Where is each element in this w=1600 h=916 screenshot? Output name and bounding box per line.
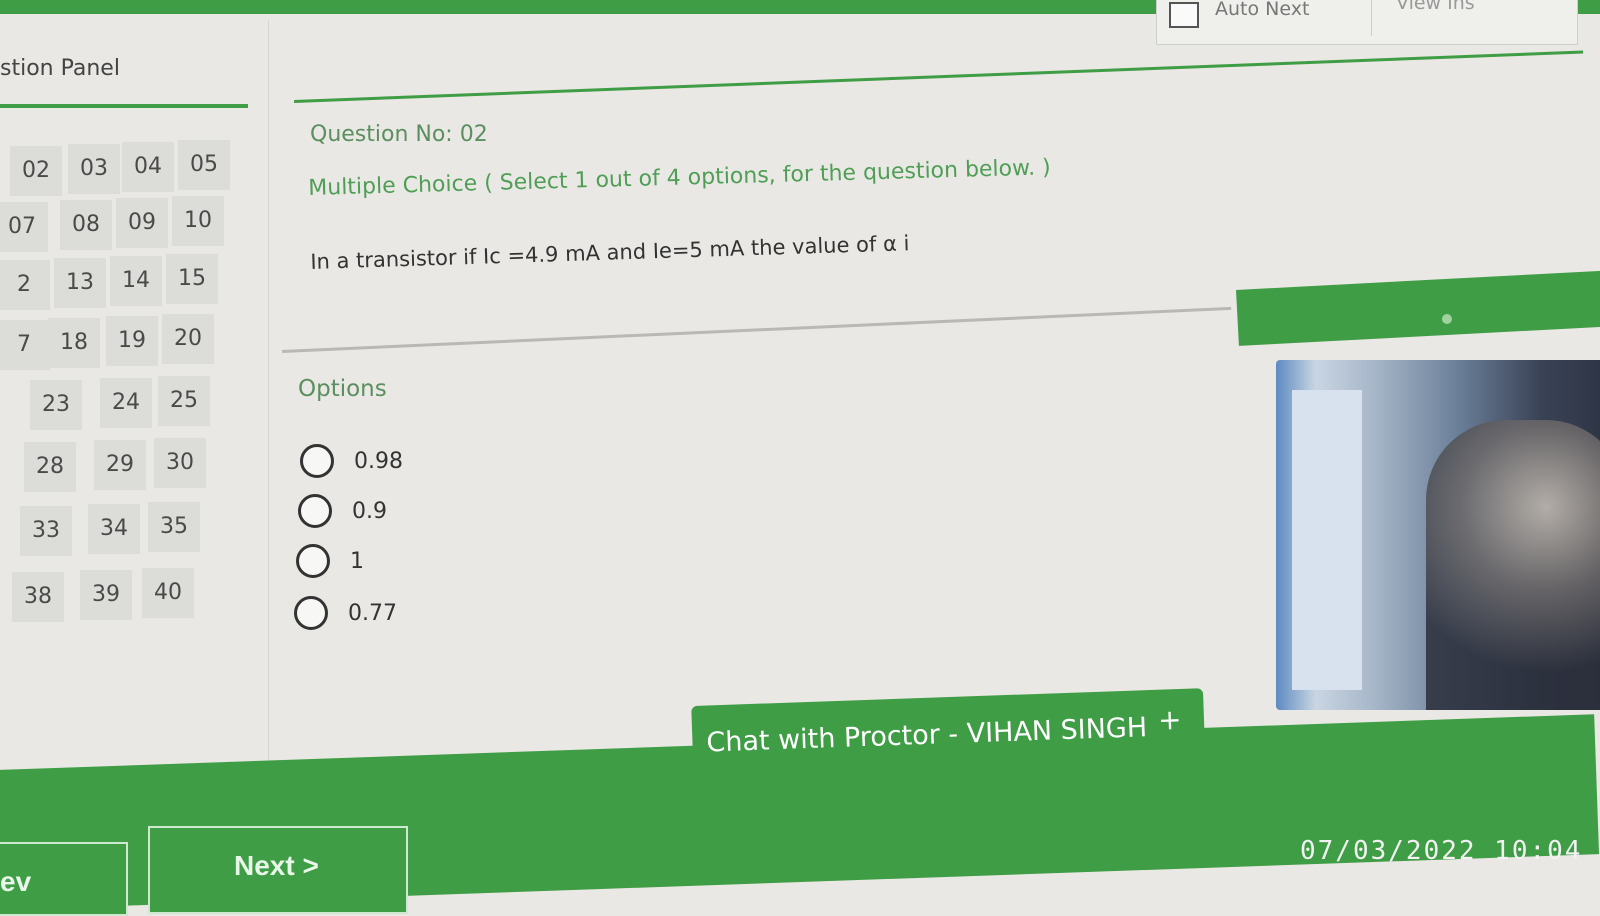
auto-next-label: Auto Next (1215, 0, 1310, 20)
question-nav-15[interactable]: 15 (166, 254, 218, 304)
webcam-background-window (1292, 390, 1362, 690)
option-3-radio[interactable] (296, 544, 330, 578)
question-nav-29[interactable]: 29 (94, 440, 146, 490)
option-1[interactable]: 0.98 (300, 444, 403, 478)
question-nav-24[interactable]: 24 (100, 378, 152, 428)
auto-next-box: Auto Next View Ins (1156, 0, 1578, 45)
question-nav-19[interactable]: 19 (106, 316, 158, 366)
question-nav-08[interactable]: 08 (60, 200, 112, 250)
question-text: In a transistor if Ic =4.9 mA and Ie=5 m… (310, 231, 910, 274)
option-4-label: 0.77 (348, 600, 397, 626)
option-2-label: 0.9 (352, 498, 387, 524)
question-nav-38[interactable]: 38 (12, 572, 64, 622)
question-nav-03[interactable]: 03 (68, 144, 120, 194)
option-1-label: 0.98 (354, 448, 403, 474)
option-2-radio[interactable] (298, 494, 332, 528)
question-nav-20[interactable]: 20 (162, 314, 214, 364)
question-number: Question No: 02 (310, 122, 488, 147)
auto-next-checkbox[interactable] (1169, 2, 1199, 28)
question-nav-35[interactable]: 35 (148, 502, 200, 552)
question-nav-30[interactable]: 30 (154, 438, 206, 488)
question-nav-13[interactable]: 13 (54, 258, 106, 308)
photo-timestamp: 07/03/2022 10:04 (1300, 836, 1583, 866)
question-nav-09[interactable]: 09 (116, 198, 168, 248)
view-instructions-link[interactable]: View Ins (1371, 0, 1475, 36)
previous-button[interactable]: ev (0, 842, 128, 916)
question-nav-2[interactable]: 2 (0, 260, 50, 310)
question-nav-18[interactable]: 18 (48, 318, 100, 368)
question-nav-07[interactable]: 07 (0, 202, 48, 252)
webcam-person (1426, 420, 1600, 710)
camera-indicator-icon (1442, 314, 1452, 324)
panel-divider (268, 20, 269, 820)
plus-icon: + (1157, 702, 1183, 737)
question-nav-23[interactable]: 23 (30, 380, 82, 430)
question-nav-7[interactable]: 7 (0, 320, 50, 370)
question-panel-title: stion Panel (0, 56, 120, 81)
question-type: Multiple Choice ( Select 1 out of 4 opti… (308, 155, 1051, 201)
options-title: Options (298, 376, 387, 402)
question-separator (282, 306, 1232, 353)
next-button[interactable]: Next > (148, 826, 408, 914)
chat-label: Chat with Proctor - VIHAN SINGH (705, 712, 1148, 759)
option-4[interactable]: 0.77 (294, 596, 397, 630)
question-nav-28[interactable]: 28 (24, 442, 76, 492)
webcam-feed (1276, 360, 1600, 710)
previous-label: ev (0, 866, 32, 897)
option-4-radio[interactable] (294, 596, 328, 630)
option-1-radio[interactable] (300, 444, 334, 478)
question-nav-02[interactable]: 02 (10, 146, 62, 196)
video-header-strip (1236, 270, 1600, 346)
question-nav-25[interactable]: 25 (158, 376, 210, 426)
question-nav-40[interactable]: 40 (142, 568, 194, 618)
question-nav-33[interactable]: 33 (20, 506, 72, 556)
question-nav-04[interactable]: 04 (122, 142, 174, 192)
question-nav-39[interactable]: 39 (80, 570, 132, 620)
question-nav-10[interactable]: 10 (172, 196, 224, 246)
option-3[interactable]: 1 (296, 544, 364, 578)
option-3-label: 1 (350, 548, 364, 574)
question-nav-05[interactable]: 05 (178, 140, 230, 190)
header-underline (294, 50, 1584, 103)
panel-underline (0, 104, 248, 108)
question-nav-14[interactable]: 14 (110, 256, 162, 306)
question-nav-34[interactable]: 34 (88, 504, 140, 554)
option-2[interactable]: 0.9 (298, 494, 387, 528)
next-label: Next > (234, 850, 319, 881)
